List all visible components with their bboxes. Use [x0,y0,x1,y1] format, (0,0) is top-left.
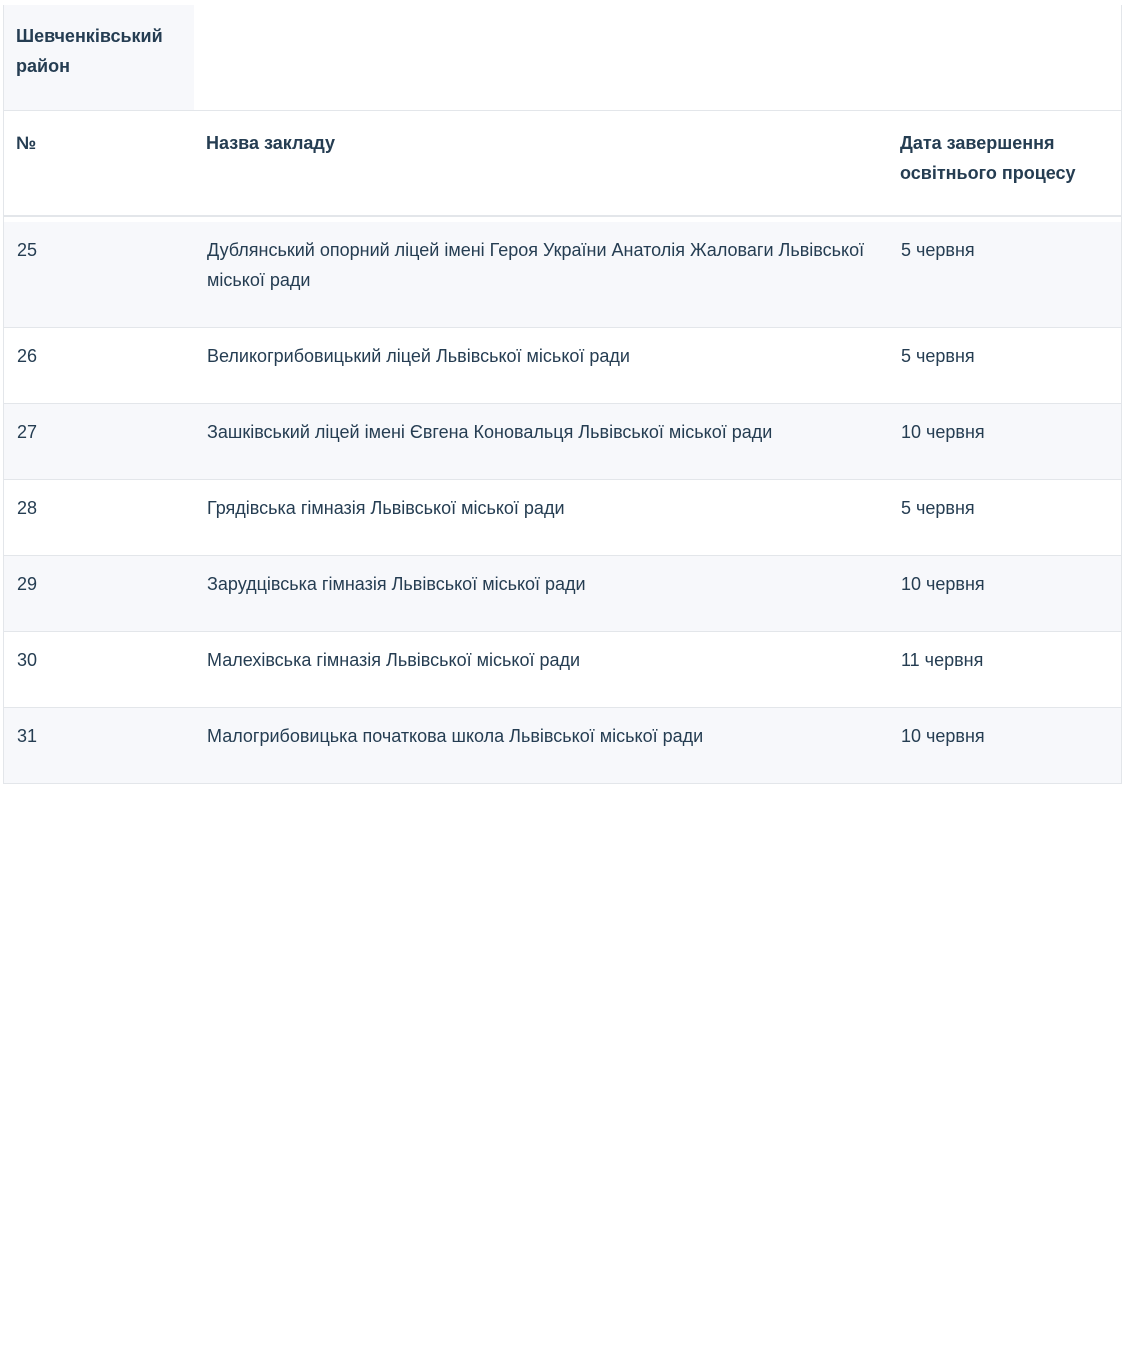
table-row: 29 Зарудцівська гімназія Львівської місь… [3,556,1122,632]
row-number: 25 [17,240,38,260]
table-row: 27 Зашківський ліцей імені Євгена Конова… [3,404,1122,480]
row-end-date: 5 червня [901,346,975,366]
row-end-date: 5 червня [901,240,975,260]
row-end-date: 5 червня [901,498,975,518]
schools-table: Шевченківський район № Назва закладу Дат… [3,5,1122,784]
row-end-date: 10 червня [901,726,985,746]
row-end-date: 10 червня [901,422,985,442]
row-end-date: 11 червня [901,650,984,670]
row-end-date: 10 червня [901,574,985,594]
district-name: Шевченківський район [4,5,194,110]
table-row: 25 Дублянський опорний ліцей імені Героя… [3,222,1122,328]
row-number: 27 [17,422,38,442]
row-school-name: Дублянський опорний ліцей імені Героя Ук… [207,240,865,290]
table-row: 31 Малогрибовицька початкова школа Львів… [3,708,1122,784]
table-header-row: № Назва закладу Дата завершення освітньо… [3,111,1122,217]
row-number: 28 [17,498,38,518]
row-school-name: Великогрибовицький ліцей Львівської місь… [207,346,630,366]
row-school-name: Малогрибовицька початкова школа Львівськ… [207,726,704,746]
header-number: № [16,133,37,153]
row-school-name: Малехівська гімназія Львівської міської … [207,650,581,670]
table-row: 30 Малехівська гімназія Львівської міськ… [3,632,1122,708]
row-number: 31 [17,726,38,746]
header-school-name: Назва закладу [206,133,336,153]
table-row: 26 Великогрибовицький ліцей Львівської м… [3,328,1122,404]
row-school-name: Зашківський ліцей імені Євгена Коновальц… [207,422,773,442]
header-end-date: Дата завершення освітнього процесу [900,133,1076,183]
row-number: 26 [17,346,38,366]
row-number: 30 [17,650,38,670]
row-school-name: Грядівська гімназія Львівської міської р… [207,498,565,518]
table-row: 28 Грядівська гімназія Львівської місько… [3,480,1122,556]
district-row-empty-cell [194,5,1121,110]
row-number: 29 [17,574,38,594]
district-row: Шевченківський район [3,5,1122,111]
row-school-name: Зарудцівська гімназія Львівської міської… [207,574,586,594]
